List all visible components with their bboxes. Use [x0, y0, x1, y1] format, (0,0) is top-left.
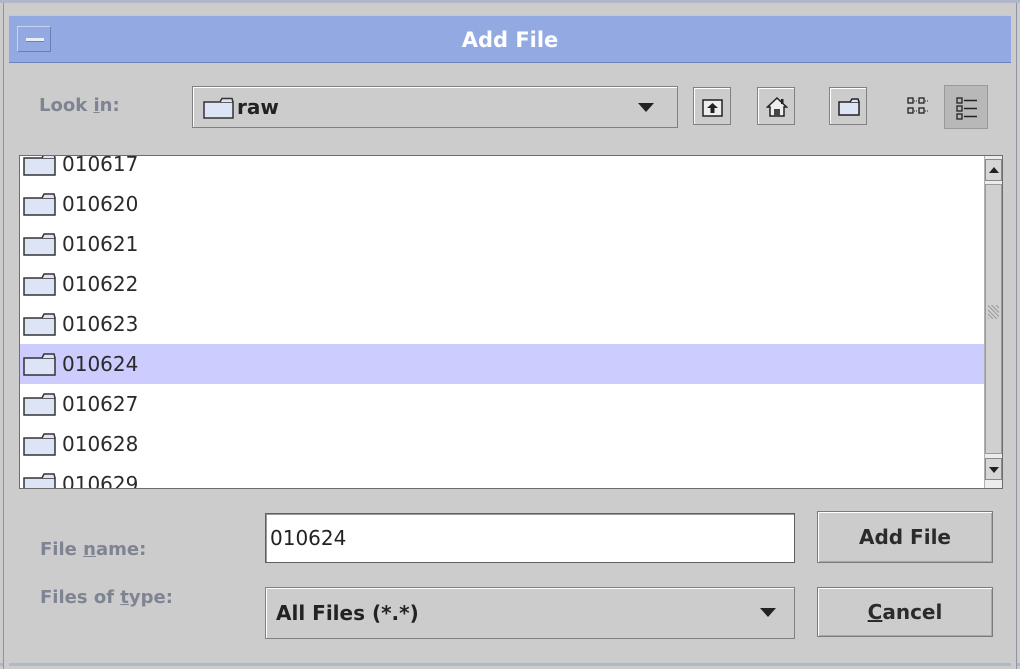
window-title: Add File	[461, 28, 559, 52]
file-list-body: 010617 010620 010621 010622 010623 010624 0106…	[20, 156, 984, 488]
folder-icon	[23, 392, 57, 420]
list-view-button[interactable]	[896, 85, 940, 129]
file-list-item[interactable]: 010627	[20, 384, 984, 424]
folder-icon	[23, 232, 57, 260]
dialog-window: Add File Look in: raw 010617 010620 0106…	[0, 0, 1020, 669]
folder-icon	[23, 472, 57, 488]
file-list-item[interactable]: 010623	[20, 304, 984, 344]
details-view-button[interactable]	[944, 85, 988, 129]
files-of-type-combo[interactable]: All Files (*.*)	[265, 587, 795, 639]
files-of-type-label: Files of type:	[40, 587, 173, 608]
scroll-down-button[interactable]	[985, 458, 1002, 480]
home-icon	[766, 96, 788, 117]
file-list-item[interactable]: 010620	[20, 184, 984, 224]
file-list-item[interactable]: 010622	[20, 264, 984, 304]
look-in-combo[interactable]: raw	[192, 86, 678, 128]
cancel-button[interactable]: Cancel	[817, 587, 993, 637]
folder-icon	[23, 156, 57, 180]
file-list-item[interactable]: 010628	[20, 424, 984, 464]
folder-icon	[203, 97, 234, 119]
folder-icon	[23, 272, 57, 300]
file-name-text: 010629	[62, 472, 139, 488]
file-name-text: 010628	[62, 432, 139, 456]
window-border-left[interactable]	[3, 3, 9, 669]
file-name-text: 010620	[62, 192, 139, 216]
title-bar[interactable]: Add File	[9, 15, 1011, 63]
file-name-text: 010617	[62, 156, 139, 176]
file-list-item[interactable]: 010617	[20, 156, 984, 184]
file-name-text: 010622	[62, 272, 139, 296]
window-border-right[interactable]	[1011, 3, 1017, 669]
file-name-text: 010623	[62, 312, 139, 336]
chevron-down-icon[interactable]	[638, 103, 654, 112]
file-name-text: 010627	[62, 392, 139, 416]
grip-icon	[988, 305, 999, 319]
file-list-item[interactable]: 010624	[20, 344, 984, 384]
file-list-item[interactable]: 010629	[20, 464, 984, 488]
scrollbar-thumb[interactable]	[985, 184, 1002, 454]
new-folder-icon	[838, 98, 860, 116]
file-list-item[interactable]: 010621	[20, 224, 984, 264]
file-list[interactable]: 010617 010620 010621 010622 010623 010624 0106…	[19, 155, 1003, 489]
details-view-icon	[956, 97, 977, 120]
vertical-scrollbar[interactable]	[984, 156, 1002, 488]
up-one-level-button[interactable]	[693, 87, 731, 125]
file-name-text: 010624	[62, 352, 139, 376]
file-name-label: File name:	[40, 539, 147, 560]
view-mode-toggle	[896, 85, 992, 129]
chevron-down-icon[interactable]	[760, 608, 776, 617]
up-folder-icon	[702, 99, 723, 117]
create-new-folder-button[interactable]	[829, 87, 867, 125]
arrow-up-icon	[989, 167, 999, 173]
list-view-icon	[907, 97, 928, 114]
arrow-down-icon	[989, 467, 999, 473]
folder-icon	[23, 192, 57, 220]
file-name-field-box	[265, 513, 795, 563]
look-in-value: raw	[237, 95, 279, 119]
scroll-up-button[interactable]	[985, 159, 1002, 181]
home-button[interactable]	[757, 87, 795, 125]
file-name-text: 010621	[62, 232, 139, 256]
look-in-label: Look in:	[39, 95, 120, 116]
file-name-input[interactable]	[270, 514, 790, 562]
folder-icon	[23, 312, 57, 340]
folder-icon	[23, 432, 57, 460]
folder-icon	[23, 352, 57, 380]
add-file-button[interactable]: Add File	[817, 511, 993, 563]
files-of-type-value: All Files (*.*)	[276, 601, 419, 625]
